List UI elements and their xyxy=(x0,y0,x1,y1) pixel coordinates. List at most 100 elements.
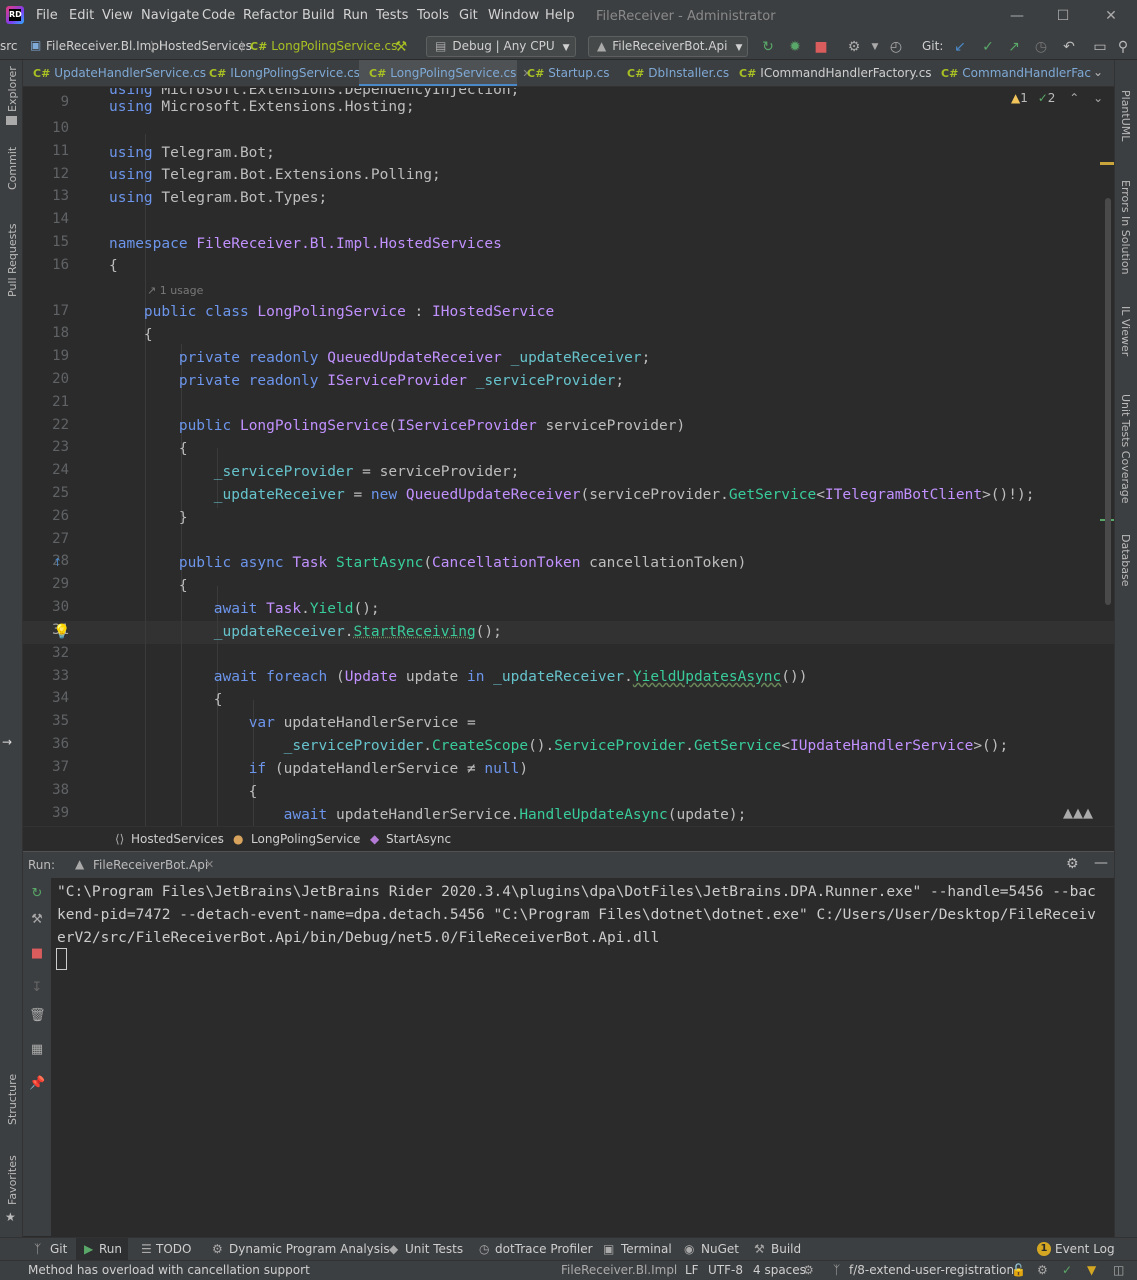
terminal-tool-button[interactable]: Terminal xyxy=(621,1242,672,1256)
warning-marker[interactable] xyxy=(1100,162,1114,165)
scroll-to-end-icon[interactable]: ↧ xyxy=(29,980,45,996)
rerun-icon[interactable]: ↻ xyxy=(29,886,45,902)
chevron-down-icon[interactable]: ⌄ xyxy=(1093,65,1103,79)
nav-crumb-src[interactable]: src xyxy=(0,39,18,53)
stop-icon[interactable]: ■ xyxy=(812,38,830,56)
pull-requests-tool-button[interactable]: Pull Requests xyxy=(6,224,19,297)
line-separator[interactable]: LF xyxy=(685,1263,699,1277)
breadcrumb-class[interactable]: LongPolingService xyxy=(251,832,360,846)
reader-mode-icon[interactable]: ▲▲▲ xyxy=(1063,806,1093,821)
indent-setting[interactable]: 4 spaces xyxy=(753,1263,806,1277)
menu-code[interactable]: Code xyxy=(202,8,235,26)
il-viewer-tool-button[interactable]: IL Viewer xyxy=(1119,306,1132,356)
errors-in-solution-tool-button[interactable]: Errors In Solution xyxy=(1119,180,1132,275)
ok-status-icon[interactable]: ✓ xyxy=(1062,1263,1072,1277)
tab-commandhandlerfactory[interactable]: C#CommandHandlerFactory xyxy=(931,60,1091,86)
git-tool-button[interactable]: Git xyxy=(50,1242,67,1256)
menu-build[interactable]: Build xyxy=(302,8,335,26)
menu-navigate[interactable]: Navigate xyxy=(141,8,199,26)
implements-gutter-icon[interactable]: ↑ xyxy=(53,556,62,569)
nav-crumb-file[interactable]: C# LongPolingService.cs xyxy=(250,39,397,53)
close-icon[interactable]: ✕ xyxy=(1101,6,1121,26)
unit-tests-coverage-tool-button[interactable]: Unit Tests Coverage xyxy=(1119,394,1132,503)
build-hammer-icon[interactable]: ⚒ xyxy=(392,38,410,56)
menu-help[interactable]: Help xyxy=(545,8,575,26)
search-icon[interactable]: ⚲ xyxy=(1114,38,1132,56)
console-output[interactable]: "C:\Program Files\JetBrains\JetBrains Ri… xyxy=(57,881,1097,950)
lightbulb-icon[interactable]: 💡 xyxy=(53,624,70,640)
commit-tool-button[interactable]: Commit xyxy=(6,147,19,190)
dottrace-tool-button[interactable]: dotTrace Profiler xyxy=(495,1242,593,1256)
memory-indicator-icon[interactable]: ◫ xyxy=(1113,1263,1124,1277)
rerun-icon[interactable]: ↻ xyxy=(759,38,777,56)
editor-scrollbar[interactable] xyxy=(1105,198,1111,605)
chevron-up-icon[interactable]: ⌃ xyxy=(1069,91,1079,105)
build-tool-button[interactable]: Build xyxy=(771,1242,801,1256)
tab-icommandhandlerfactory[interactable]: C# ICommandHandlerFactory.cs xyxy=(729,60,932,86)
menu-tests[interactable]: Tests xyxy=(376,8,408,26)
explorer-tool-button[interactable]: Explorer xyxy=(6,66,19,112)
close-tab-icon[interactable]: ✕ xyxy=(205,858,214,871)
nuget-tool-button[interactable]: NuGet xyxy=(701,1242,739,1256)
profile-icon[interactable]: ⚙ xyxy=(845,38,863,56)
code-editor[interactable]: 9 10 11 12 13 14 15 16 17 18 19 20 21 22 23 24 25 26 27 28 2… xyxy=(23,88,1114,826)
trash-icon[interactable]: 🗑 xyxy=(29,1008,46,1024)
favorites-tool-button[interactable]: Favorites xyxy=(6,1155,19,1205)
layout-icon[interactable]: ▦ xyxy=(29,1042,45,1058)
chevron-down-icon[interactable]: ⌄ xyxy=(1093,91,1103,105)
tab-longpolingservice[interactable]: C# LongPolingService.cs ✕ xyxy=(359,60,532,86)
database-tool-button[interactable]: Database xyxy=(1119,534,1132,587)
unit-tests-tool-button[interactable]: Unit Tests xyxy=(405,1242,463,1256)
minimize-icon[interactable]: — xyxy=(1007,6,1027,26)
nav-crumb-project[interactable]: FileReceiver.Bl.Impl xyxy=(46,39,162,53)
dpa-tool-button[interactable]: Dynamic Program Analysis xyxy=(229,1242,390,1256)
menu-edit[interactable]: Edit xyxy=(69,8,94,26)
breadcrumb-method[interactable]: StartAsync xyxy=(386,832,451,846)
nav-crumb-folder[interactable]: HostedServices xyxy=(159,39,252,53)
debug-bug-icon[interactable]: ✹ xyxy=(786,38,804,56)
status-project[interactable]: FileReceiver.Bl.Impl xyxy=(561,1263,677,1277)
breadcrumb-namespace[interactable]: HostedServices xyxy=(131,832,224,846)
git-push-icon[interactable]: ↗ xyxy=(1005,38,1023,56)
structure-tool-button[interactable]: Structure xyxy=(6,1074,19,1125)
menu-file[interactable]: File xyxy=(36,8,58,26)
menu-refactor[interactable]: Refactor xyxy=(243,8,298,26)
tab-dbinstaller[interactable]: C# DbInstaller.cs xyxy=(617,60,729,86)
chevron-down-icon[interactable]: ▼ xyxy=(866,38,884,56)
inspection-status-icon[interactable]: ⚙ xyxy=(1037,1263,1048,1277)
run-tab[interactable]: FileReceiverBot.Api xyxy=(93,858,208,872)
menu-git[interactable]: Git xyxy=(459,8,478,26)
hide-icon[interactable]: — xyxy=(1094,855,1108,871)
menu-run[interactable]: Run xyxy=(343,8,368,26)
git-commit-icon[interactable]: ✓ xyxy=(979,38,997,56)
warnings-filter-icon[interactable]: ▼ xyxy=(1087,1263,1096,1277)
project-view-icon[interactable]: ▭ xyxy=(1091,38,1109,56)
configuration-combo[interactable]: ▤ Debug | Any CPU ▼ xyxy=(426,36,576,57)
run-tool-button[interactable]: Run xyxy=(99,1242,122,1256)
tab-startup[interactable]: C# Startup.cs xyxy=(517,60,617,86)
wrench-icon[interactable]: ⚒ xyxy=(29,912,45,928)
run-configuration-combo[interactable]: ▲ FileReceiverBot.Api ▼ xyxy=(588,36,748,57)
gear-icon[interactable]: ⚙ xyxy=(1066,856,1079,872)
usage-hint[interactable]: ↗ 1 usage xyxy=(147,284,203,297)
menu-tools[interactable]: Tools xyxy=(417,8,449,26)
maximize-icon[interactable]: ☐ xyxy=(1053,6,1073,26)
todo-tool-button[interactable]: TODO xyxy=(156,1242,191,1256)
stop-icon[interactable]: ■ xyxy=(29,946,45,962)
git-history-icon[interactable]: ◷ xyxy=(1032,38,1050,56)
lock-icon[interactable]: 🔓 xyxy=(1011,1263,1026,1277)
git-update-icon[interactable]: ↙ xyxy=(951,38,969,56)
rider-logo-icon[interactable]: RD xyxy=(6,6,24,24)
coverage-icon[interactable]: ◴ xyxy=(887,38,905,56)
tab-ilongpolingservice[interactable]: C#ILongPolingService.cs✕ xyxy=(199,60,375,86)
git-branch[interactable]: f/8-extend-user-registration xyxy=(849,1263,1014,1277)
plantuml-tool-button[interactable]: PlantUML xyxy=(1119,90,1132,141)
rollback-icon[interactable]: ↶ xyxy=(1060,38,1078,56)
tab-updatehandlerservice[interactable]: C# UpdateHandlerService.cs xyxy=(23,60,206,86)
menu-window[interactable]: Window xyxy=(488,8,539,26)
menu-view[interactable]: View xyxy=(102,8,133,26)
pin-icon[interactable]: 📌 xyxy=(29,1076,45,1092)
file-encoding[interactable]: UTF-8 xyxy=(708,1263,743,1277)
inspection-widget[interactable]: ▲1 ✓2 ⌃ ⌄ xyxy=(1011,91,1103,105)
event-log-button[interactable]: Event Log xyxy=(1055,1242,1115,1256)
